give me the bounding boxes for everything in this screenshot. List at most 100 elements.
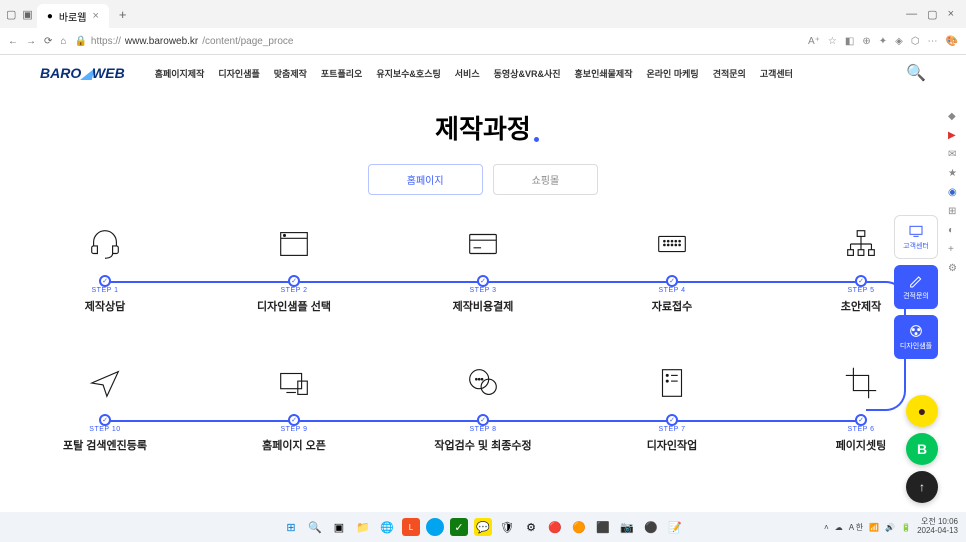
menu-icon[interactable]: ⋯ (928, 36, 938, 47)
step-number: STEP 2 (239, 287, 349, 294)
refresh-button[interactable]: ⟳ (44, 36, 52, 47)
step-4: STEP 4 자료접수 (617, 223, 727, 314)
tray-chevron[interactable]: ˄ (824, 523, 829, 532)
sidebar-icon[interactable]: ◆ (948, 111, 958, 121)
edge-sidebar: ◆ ▶ ✉ ★ ◉ ⊞ ◐ + ⚙ (944, 111, 962, 273)
devices-icon (273, 362, 315, 404)
tab-homepage[interactable]: 홈페이지 (368, 164, 483, 195)
tab-shop[interactable]: 쇼핑몰 (493, 164, 599, 195)
extension-icon-3[interactable]: ◈ (895, 36, 903, 47)
app-icon[interactable]: 📷 (618, 518, 636, 536)
nav-item[interactable]: 포트폴리오 (321, 67, 362, 80)
nav-item[interactable]: 홍보인쇄물제작 (575, 67, 633, 80)
sidebar-icon[interactable]: + (948, 244, 958, 254)
site-header: BARO◢WEB 홈페이지제작 디자인샘플 맞춤제작 포트폴리오 유지보수&호스… (0, 55, 966, 91)
forward-button[interactable]: → (26, 36, 36, 47)
home-button[interactable]: ⌂ (60, 36, 66, 47)
back-button[interactable]: ← (8, 36, 18, 47)
battery-icon[interactable]: 🔋 (901, 523, 911, 532)
crop-icon (840, 362, 882, 404)
step-label: 홈페이지 오픈 (239, 437, 349, 453)
step-number: STEP 3 (428, 287, 538, 294)
sidebar-icon[interactable]: ⚙ (948, 263, 958, 273)
app-icon[interactable]: L (402, 518, 420, 536)
step-dot (855, 275, 867, 287)
sample-button[interactable]: 디자인샘플 (894, 315, 938, 359)
window-controls: — ▢ × (906, 8, 960, 21)
volume-icon[interactable]: 🔊 (885, 523, 895, 532)
read-aloud-icon[interactable]: A⁺ (808, 36, 820, 47)
minimize-button[interactable]: — (906, 8, 917, 21)
chat-icon (462, 362, 504, 404)
app-icon[interactable]: ⚫ (642, 518, 660, 536)
maximize-button[interactable]: ▢ (927, 8, 937, 21)
browser-tab[interactable]: ● 바로웹 × (37, 4, 109, 28)
edge-icon[interactable]: 🌐 (378, 518, 396, 536)
sidebar-icon[interactable]: ★ (948, 168, 958, 178)
app-icon[interactable] (426, 518, 444, 536)
chrome-icon[interactable]: 🔴 (546, 518, 564, 536)
app-icon[interactable]: ✓ (450, 518, 468, 536)
sidebar-icon[interactable]: ◐ (948, 225, 958, 235)
url-host: www.baroweb.kr (125, 36, 198, 47)
app-icon[interactable]: 🟠 (570, 518, 588, 536)
collections-icon[interactable]: ⊕ (862, 36, 870, 47)
step-dot (666, 275, 678, 287)
top-bubble[interactable]: ↑ (906, 471, 938, 503)
sidebar-icon[interactable]: ✉ (948, 149, 958, 159)
sidebar-icon[interactable]: ◉ (948, 187, 958, 197)
tray-lang[interactable]: A 한 (849, 522, 863, 533)
explorer-icon[interactable]: 📁 (354, 518, 372, 536)
page-title: 제작과정 (0, 109, 966, 146)
sidebar-icon[interactable]: ⊞ (948, 206, 958, 216)
favorite-icon[interactable]: ☆ (828, 36, 837, 47)
tab-actions-icon[interactable]: ▣ (22, 8, 32, 21)
step-number: STEP 1 (50, 287, 160, 294)
step-label: 디자인작업 (617, 437, 727, 453)
clock[interactable]: 오전 10:06 2024-04-13 (917, 518, 958, 536)
search-icon[interactable]: 🔍 (906, 63, 926, 83)
site-logo[interactable]: BARO◢WEB (40, 65, 125, 82)
step-5: STEP 5 초안제작 (806, 223, 916, 314)
nav-item[interactable]: 견적문의 (713, 67, 746, 80)
lock-icon: 🔒 (74, 36, 86, 47)
nav-item[interactable]: 유지보수&호스팅 (376, 67, 440, 80)
app-icon[interactable]: ⬛ (594, 518, 612, 536)
nav-item[interactable]: 홈페이지제작 (155, 67, 205, 80)
app-icon[interactable]: 💬 (474, 518, 492, 536)
step-6: STEP 6 페이지셋팅 (806, 362, 916, 453)
copilot-icon[interactable]: 🎨 (946, 36, 958, 47)
url-path: /content/page_proce (202, 36, 293, 47)
new-tab-button[interactable]: + (113, 7, 133, 22)
start-button[interactable]: ⊞ (282, 518, 300, 536)
extension-icon-4[interactable]: ⬡ (911, 36, 920, 47)
app-icon[interactable]: 📝 (666, 518, 684, 536)
close-button[interactable]: × (948, 8, 954, 21)
tab-bar: ▢ ▣ ● 바로웹 × + — ▢ × (0, 0, 966, 28)
workspaces-icon[interactable]: ▢ (6, 8, 16, 21)
nav-item[interactable]: 맞춤제작 (274, 67, 307, 80)
step-label: 제작상담 (50, 298, 160, 314)
tab-close-icon[interactable]: × (92, 10, 98, 22)
search-taskbar[interactable]: 🔍 (306, 518, 324, 536)
headset-icon (84, 223, 126, 265)
url-field[interactable]: 🔒 https:// www.baroweb.kr/content/page_pr… (74, 36, 800, 47)
nav-item[interactable]: 고객센터 (760, 67, 793, 80)
step-1: STEP 1 제작상담 (50, 223, 160, 314)
page-content: ◆ ▶ ✉ ★ ◉ ⊞ ◐ + ⚙ BARO◢WEB 홈페이지제작 디자인샘플 … (0, 55, 966, 513)
nav-item[interactable]: 온라인 마케팅 (647, 67, 699, 80)
sidebar-icon[interactable]: ▶ (948, 130, 958, 140)
nav-item[interactable]: 디자인샘플 (218, 67, 259, 80)
extension-icon[interactable]: ◧ (845, 36, 854, 47)
tray-icon[interactable]: ☁ (835, 523, 843, 532)
extension-icon-2[interactable]: ✦ (879, 36, 887, 47)
app-icon[interactable]: 🛡 (498, 518, 516, 536)
page-title-text: 제작과정 (435, 109, 531, 146)
url-prefix: https:// (91, 36, 121, 47)
task-view[interactable]: ▣ (330, 518, 348, 536)
sub-tabs: 홈페이지 쇼핑몰 (0, 164, 966, 195)
nav-item[interactable]: 서비스 (455, 67, 480, 80)
wifi-icon[interactable]: 📶 (869, 523, 879, 532)
nav-item[interactable]: 동영상&VR&사진 (494, 67, 561, 80)
app-icon[interactable]: ⚙ (522, 518, 540, 536)
